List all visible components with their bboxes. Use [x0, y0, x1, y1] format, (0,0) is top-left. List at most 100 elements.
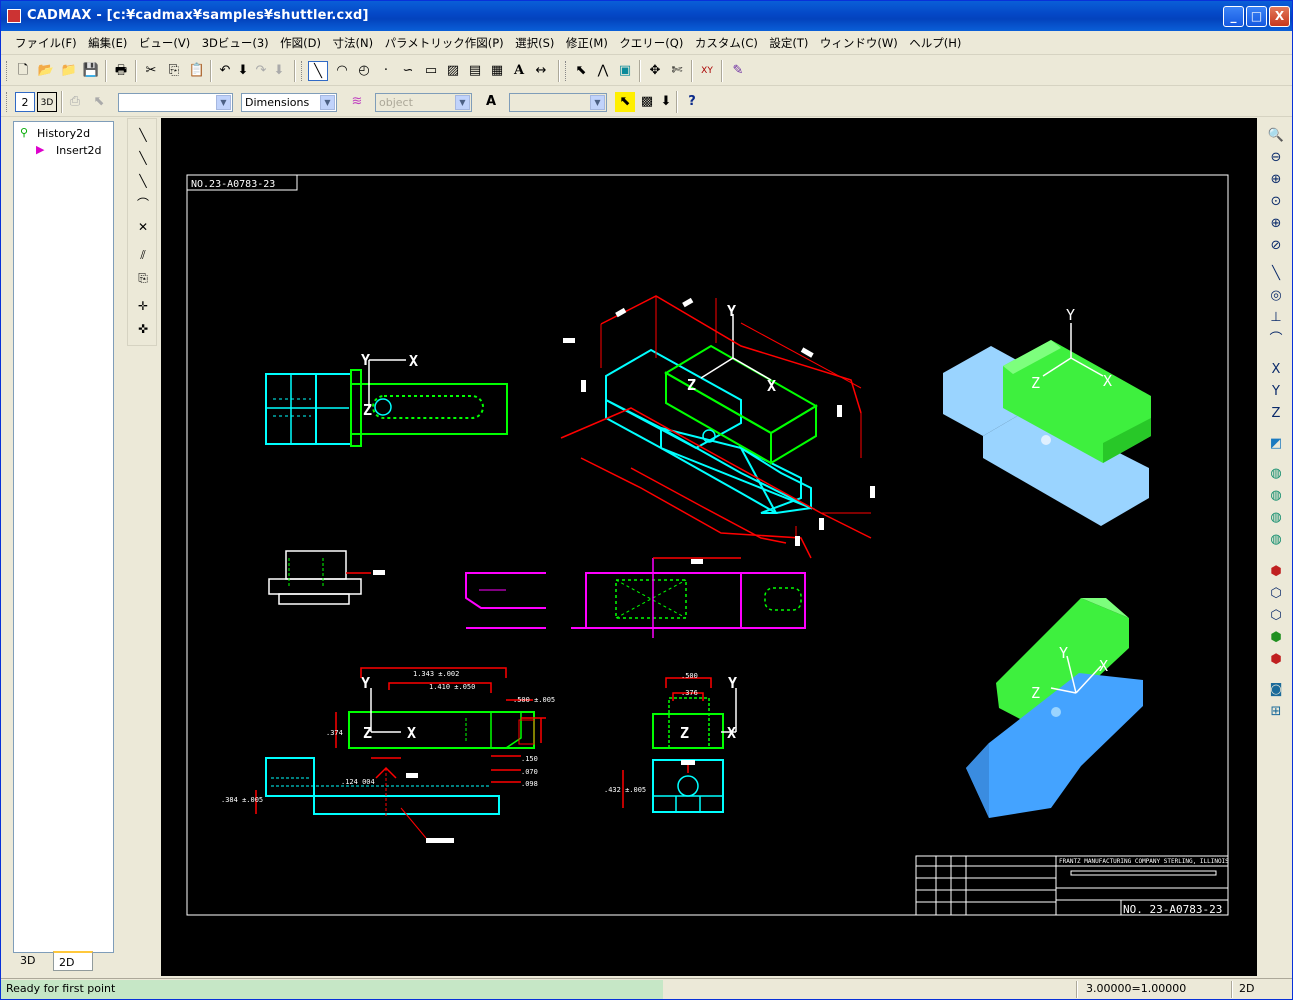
angle-line-icon[interactable]: ✕	[133, 217, 153, 237]
dimension-tool-icon[interactable]: ↔	[531, 61, 551, 81]
app-icon[interactable]	[7, 9, 21, 23]
arc-tool-icon[interactable]: ◠	[332, 61, 352, 81]
menu-query[interactable]: クエリー(Q)	[615, 31, 687, 51]
render-off-icon[interactable]: ⬢	[1265, 650, 1287, 670]
render-hidden-icon[interactable]: ⬡	[1265, 584, 1287, 604]
mode-2d-button[interactable]: 2	[15, 92, 35, 112]
snap-line-icon[interactable]: ╲	[1265, 264, 1287, 284]
chevron-down-icon[interactable]: ▼	[455, 95, 470, 110]
menu-help[interactable]: ヘルプ(H)	[905, 31, 965, 51]
render-shade-icon[interactable]: ⬡	[1265, 606, 1287, 626]
scissors-tool-icon[interactable]: ✄	[667, 61, 687, 81]
new-file-icon[interactable]: 🗋	[13, 61, 33, 81]
snap-dropdown-icon[interactable]: ⬇	[656, 92, 676, 112]
menu-modify[interactable]: 修正(M)	[562, 31, 612, 51]
view-camera-icon[interactable]: ◙	[1265, 680, 1287, 700]
menu-select[interactable]: 選択(S)	[511, 31, 558, 51]
zoom-in-icon[interactable]: ⊕	[1265, 214, 1287, 234]
menu-parametric[interactable]: パラメトリック作図(P)	[381, 31, 508, 51]
text-tool-icon[interactable]: A	[509, 61, 529, 81]
snap-center-icon[interactable]: ◎	[1265, 286, 1287, 306]
trim-tool-icon[interactable]: ⋀	[593, 61, 613, 81]
help-icon[interactable]: ?	[682, 92, 702, 112]
font-combo[interactable]: ▼	[509, 93, 607, 112]
menu-draw[interactable]: 作図(D)	[276, 31, 325, 51]
undo-icon[interactable]: ↶	[215, 61, 235, 81]
select-tool-icon[interactable]: ⬉	[571, 61, 591, 81]
menu-dimension[interactable]: 寸法(N)	[328, 31, 377, 51]
menu-custom[interactable]: カスタム(C)	[691, 31, 762, 51]
tree-root-history2d[interactable]: History2d	[37, 127, 90, 140]
snap-perpendicular-icon[interactable]: ⊥	[1265, 308, 1287, 328]
open-recent-icon[interactable]: 📁	[59, 61, 79, 81]
menu-edit[interactable]: 編集(E)	[84, 31, 131, 51]
layer-lock-icon[interactable]: ⎙	[65, 92, 85, 112]
point-tool-icon[interactable]: ·	[376, 61, 396, 81]
parallel-line-icon[interactable]: ╲	[133, 148, 153, 168]
tangent-line-icon[interactable]: ⌒	[133, 194, 153, 214]
x-axis-icon[interactable]: X	[1265, 360, 1287, 380]
pick-icon[interactable]: ⬉	[89, 92, 109, 112]
view-top-icon[interactable]: ◍	[1265, 486, 1287, 506]
toolbar-grip[interactable]	[565, 61, 568, 81]
menu-file[interactable]: ファイル(F)	[11, 31, 81, 51]
layer-combo[interactable]: ▼	[118, 93, 233, 112]
move-tool-icon[interactable]: ✥	[645, 61, 665, 81]
print-icon[interactable]: 🖶	[111, 61, 131, 81]
drawing-canvas[interactable]: NO.23-A0783-23 Y X Z Y Z X Y Z X Y Z X Y…	[161, 118, 1257, 976]
snap-tangent-icon[interactable]: ⌒	[1265, 330, 1287, 350]
zoom-all-icon[interactable]: ⊕	[1265, 170, 1287, 190]
menu-settings[interactable]: 設定(T)	[765, 31, 812, 51]
chevron-down-icon[interactable]: ▼	[590, 95, 605, 110]
open-folder-icon[interactable]: 📂	[36, 61, 56, 81]
view-fit-icon[interactable]: ⊞	[1265, 702, 1287, 722]
table-tool-icon[interactable]: ▦	[487, 61, 507, 81]
z-axis-icon[interactable]: Z	[1265, 404, 1287, 424]
centermark-icon[interactable]: ✜	[133, 319, 153, 339]
view-side-icon[interactable]: ◍	[1265, 508, 1287, 528]
paste-icon[interactable]: 📋	[187, 61, 207, 81]
zoom-extents-icon[interactable]: ⊘	[1265, 236, 1287, 256]
eraser-tool-icon[interactable]: ✎	[728, 61, 748, 81]
spline-tool-icon[interactable]: ∽	[398, 61, 418, 81]
redo-icon[interactable]: ↷	[251, 61, 271, 81]
symbol-tool-icon[interactable]: ▤	[465, 61, 485, 81]
centerline-icon[interactable]: ✛	[133, 296, 153, 316]
double-line-icon[interactable]: ⫽	[133, 245, 153, 265]
text-color-icon[interactable]: A	[481, 92, 501, 112]
menu-view[interactable]: ビュー(V)	[135, 31, 194, 51]
toolbar-grip[interactable]	[6, 92, 9, 112]
zoom-previous-icon[interactable]: ⊙	[1265, 192, 1287, 212]
xy-tool-icon[interactable]: XY	[697, 61, 717, 81]
select-arrow-icon[interactable]: ⬉	[615, 92, 635, 112]
view-front-icon[interactable]: ◍	[1265, 464, 1287, 484]
grid-snap-icon[interactable]: ▩	[637, 92, 657, 112]
undo-dropdown-icon[interactable]: ⬇	[233, 61, 253, 81]
toolbar-grip[interactable]	[6, 61, 9, 81]
toolbar-grip[interactable]	[301, 61, 304, 81]
render-wire-icon[interactable]: ⬢	[1265, 562, 1287, 582]
hatch-tool-icon[interactable]: ▨	[443, 61, 463, 81]
view-iso-icon[interactable]: ◍	[1265, 530, 1287, 550]
cut-icon[interactable]: ✂	[141, 61, 161, 81]
tab-2d[interactable]: 2D	[53, 951, 93, 971]
render-color-icon[interactable]: ⬢	[1265, 628, 1287, 648]
rectangle-tool-icon[interactable]: ▭	[421, 61, 441, 81]
copy-icon[interactable]: ⎘	[164, 61, 184, 81]
save-icon[interactable]: 💾	[81, 61, 101, 81]
maximize-button[interactable]: □	[1246, 6, 1267, 27]
menu-3dview[interactable]: 3Dビュー(3)	[198, 31, 273, 51]
circle-tool-icon[interactable]: ◴	[354, 61, 374, 81]
chevron-down-icon[interactable]: ▼	[216, 95, 231, 110]
redo-dropdown-icon[interactable]: ⬇	[269, 61, 289, 81]
dimension-style-combo[interactable]: Dimensions ▼	[241, 93, 337, 112]
zoom-out-icon[interactable]: ⊖	[1265, 148, 1287, 168]
zoom-window-icon[interactable]: 🔍	[1265, 126, 1287, 146]
close-button[interactable]: X	[1269, 6, 1290, 27]
chevron-down-icon[interactable]: ▼	[320, 95, 335, 110]
tab-3d[interactable]: 3D	[15, 951, 55, 971]
menu-window[interactable]: ウィンドウ(W)	[816, 31, 902, 51]
line-tool-icon[interactable]: ╲	[308, 61, 328, 81]
layers-icon[interactable]: ≋	[347, 92, 367, 112]
object-combo[interactable]: object ▼	[375, 93, 472, 112]
